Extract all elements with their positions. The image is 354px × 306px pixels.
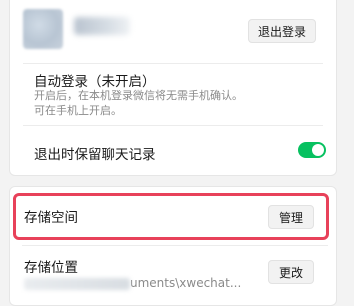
toggle-knob — [312, 144, 324, 156]
auto-login-title: 自动登录（未开启） — [34, 74, 156, 90]
divider — [23, 125, 323, 126]
logout-button[interactable]: 退出登录 — [248, 19, 316, 43]
change-location-button[interactable]: 更改 — [268, 260, 314, 284]
highlight-annotation-box — [13, 193, 329, 240]
keep-chat-history-toggle[interactable] — [298, 142, 326, 158]
storage-location-label: 存储位置 — [24, 260, 78, 276]
keep-chat-history-label: 退出时保留聊天记录 — [34, 147, 156, 163]
avatar — [23, 9, 63, 49]
storage-location-path-text: uments\xwechat... — [130, 276, 242, 290]
divider — [23, 63, 323, 64]
auto-login-description: 开启后，在本机登录微信将无需手机确认。 — [34, 89, 243, 102]
divider — [22, 245, 328, 246]
account-name-redacted — [74, 17, 130, 35]
auto-login-description-2: 可在手机上开启。 — [34, 104, 122, 117]
path-redacted — [24, 277, 130, 290]
storage-location-path: uments\xwechat... — [24, 276, 241, 290]
account-settings-card: 退出登录 自动登录（未开启） 开启后，在本机登录微信将无需手机确认。 可在手机上… — [9, 0, 337, 176]
